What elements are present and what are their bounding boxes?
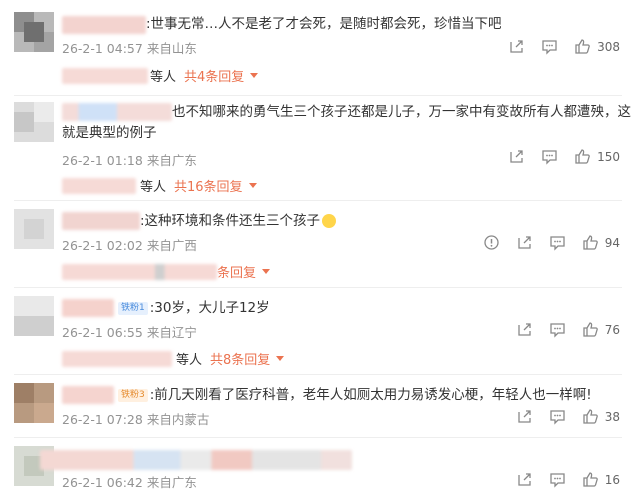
chevron-down-icon[interactable] xyxy=(262,269,271,274)
comment-text: 也不知哪来的勇气生三个孩子还都是儿子，万一家中有变故所有人都遭殃，这 xyxy=(172,104,631,120)
shocked-emoji-icon xyxy=(322,214,337,228)
comment-icon[interactable] xyxy=(549,321,566,338)
comment-item: 也不知哪来的勇气生三个孩子还都是儿子，万一家中有变故所有人都遭殃，这 就是典型的… xyxy=(0,96,636,200)
share-icon[interactable] xyxy=(516,471,533,488)
comment-icon[interactable] xyxy=(549,234,566,251)
replier-names-redacted xyxy=(62,67,148,84)
thumbs-up-icon[interactable] xyxy=(582,408,599,425)
thumbs-up-icon[interactable] xyxy=(574,148,591,165)
avatar[interactable] xyxy=(14,383,54,423)
comment-item: :这种环境和条件还生三个孩子 26-2-1 02:02 来自广西 94 条回复 xyxy=(0,201,636,287)
comment-icon[interactable] xyxy=(549,408,566,425)
view-replies-link[interactable]: 共16条回复 xyxy=(174,176,243,195)
comment-text: 铁粉1:30岁，大儿子12岁 xyxy=(118,296,270,321)
thumbs-up-icon[interactable] xyxy=(582,321,599,338)
comment-icon[interactable] xyxy=(541,148,558,165)
like-count: 38 xyxy=(604,409,620,424)
comment-location: 来自广西 xyxy=(146,238,197,253)
like-count: 16 xyxy=(604,472,620,487)
share-icon[interactable] xyxy=(508,148,525,165)
comment-text: :这种环境和条件还生三个孩子 xyxy=(140,209,337,234)
comment-item: :世事无常…人不是老了才会死，是随时都会死，珍惜当下吧 26-2-1 04:57… xyxy=(0,0,636,95)
thumbs-up-icon[interactable] xyxy=(582,234,599,251)
replier-names-redacted xyxy=(62,350,172,367)
view-replies-link[interactable]: 共4条回复 xyxy=(184,66,244,85)
comment-location: 来自内蒙古 xyxy=(146,412,210,427)
reply-suffix: 等人 xyxy=(150,70,177,85)
comment-date: 26-2-1 01:18 xyxy=(62,153,143,168)
fan-badge: 铁粉3 xyxy=(118,388,148,402)
replier-names-redacted xyxy=(62,263,217,280)
comment-date: 26-2-1 02:02 xyxy=(62,238,143,253)
username-redacted[interactable] xyxy=(62,16,146,34)
thumbs-up-icon[interactable] xyxy=(582,471,599,488)
avatar[interactable] xyxy=(14,209,54,249)
comment-text-body: :这种环境和条件还生三个孩子 xyxy=(140,213,321,229)
avatar[interactable] xyxy=(14,12,54,52)
avatar[interactable] xyxy=(14,102,54,142)
comment-date: 26-2-1 04:57 xyxy=(62,41,143,56)
comment-item: 铁粉3:前几天刚看了医疗科普，老年人如厕太用力易诱发心梗，年轻人也一样啊! 26… xyxy=(0,375,636,437)
comment-date: 26-2-1 07:28 xyxy=(62,412,143,427)
share-icon[interactable] xyxy=(516,408,533,425)
chevron-down-icon[interactable] xyxy=(250,73,259,78)
reply-suffix: 等人 xyxy=(176,353,203,368)
comment-location: 来自广东 xyxy=(146,153,197,168)
like-count: 308 xyxy=(597,39,620,54)
comment-item: 26-2-1 06:42 来自广东 16 xyxy=(0,438,636,490)
username-redacted[interactable] xyxy=(62,212,140,230)
comment-icon[interactable] xyxy=(549,471,566,488)
like-count: 94 xyxy=(604,235,620,250)
replier-names-redacted xyxy=(62,177,136,194)
comment-text-line2: 就是典型的例子 xyxy=(62,125,157,141)
fan-badge: 铁粉1 xyxy=(118,301,148,315)
like-count: 76 xyxy=(604,322,620,337)
comment-location: 来自辽宁 xyxy=(146,325,197,340)
username-redacted[interactable] xyxy=(62,299,114,317)
view-replies-link[interactable]: 共8条回复 xyxy=(210,349,270,368)
chevron-down-icon[interactable] xyxy=(276,356,285,361)
comment-text: :世事无常…人不是老了才会死，是随时都会死，珍惜当下吧 xyxy=(146,16,502,32)
report-icon[interactable] xyxy=(483,234,500,251)
comment-text: 铁粉3:前几天刚看了医疗科普，老年人如厕太用力易诱发心梗，年轻人也一样啊! xyxy=(118,383,592,408)
comment-text-body: :前几天刚看了医疗科普，老年人如厕太用力易诱发心梗，年轻人也一样啊! xyxy=(149,387,592,403)
username-redacted[interactable] xyxy=(62,103,172,121)
comment-location: 来自山东 xyxy=(146,41,197,56)
thumbs-up-icon[interactable] xyxy=(574,38,591,55)
comment-text-body: :30岁，大儿子12岁 xyxy=(149,300,270,316)
share-icon[interactable] xyxy=(516,321,533,338)
like-count: 150 xyxy=(597,149,620,164)
username-redacted[interactable] xyxy=(62,386,114,404)
comment-text-redacted xyxy=(40,450,352,470)
view-replies-link[interactable]: 条回复 xyxy=(217,262,256,281)
share-icon[interactable] xyxy=(516,234,533,251)
comment-date: 26-2-1 06:55 xyxy=(62,325,143,340)
comment-icon[interactable] xyxy=(541,38,558,55)
chevron-down-icon[interactable] xyxy=(248,183,257,188)
comment-item: 铁粉1:30岁，大儿子12岁 26-2-1 06:55 来自辽宁 76 等人 共… xyxy=(0,288,636,374)
share-icon[interactable] xyxy=(508,38,525,55)
reply-suffix: 等人 xyxy=(140,180,167,195)
avatar[interactable] xyxy=(14,296,54,336)
